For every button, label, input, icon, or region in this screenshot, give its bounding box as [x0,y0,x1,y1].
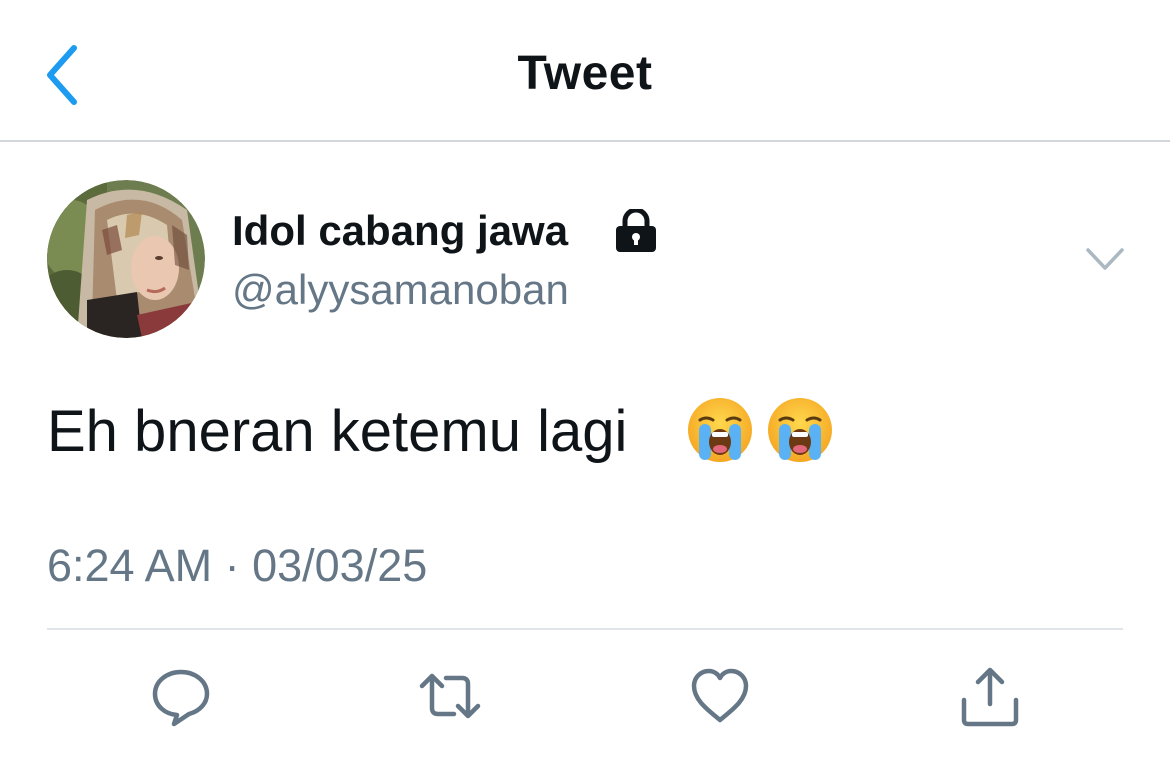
author-handle[interactable]: @alyysamanoban [232,266,569,314]
author-display-name[interactable]: Idol cabang jawa [232,207,568,255]
top-navigation-bar: Tweet [0,0,1170,142]
retweet-button[interactable] [418,664,482,728]
lock-icon [611,207,661,253]
avatar[interactable] [47,180,205,338]
tweet-text: Eh bneran ketemu lagi [47,399,628,464]
share-icon [961,667,1019,727]
page-title: Tweet [517,47,653,100]
loudly-crying-face-icon [686,396,754,464]
share-button[interactable] [958,664,1022,728]
tweet-timestamp: 6:24 AM · 03/03/25 [47,540,428,591]
loudly-crying-face-icon [766,396,834,464]
divider [47,628,1123,630]
reply-icon [152,669,210,727]
profile-photo [47,180,205,338]
retweet-icon [419,673,481,719]
like-icon [691,668,749,723]
chevron-down-icon [1086,248,1124,270]
more-options-button[interactable] [1080,240,1130,280]
reply-button[interactable] [149,664,213,728]
like-button[interactable] [688,664,752,728]
